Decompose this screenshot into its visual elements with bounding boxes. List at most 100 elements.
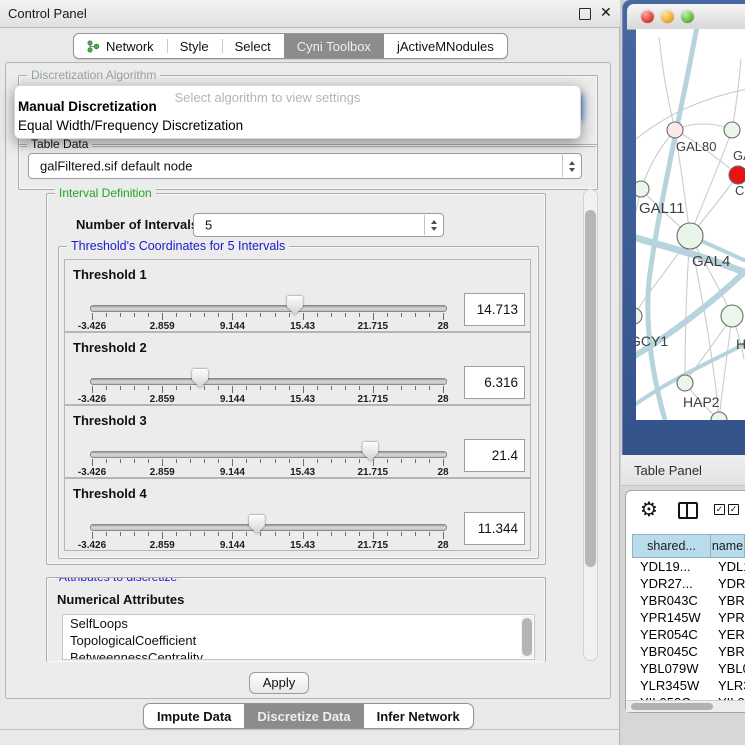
tick-mark (359, 532, 360, 536)
close-button[interactable] (641, 10, 654, 23)
cell-shared-name: YBR043C (632, 592, 709, 609)
network-window-titlebar (627, 4, 745, 30)
threshold-label: Threshold 2 (73, 340, 147, 355)
network-node-gal4[interactable] (677, 223, 703, 249)
tab-label: Select (235, 39, 271, 54)
table-row[interactable]: YDL19...YDL19... (632, 558, 745, 575)
apply-button[interactable]: Apply (249, 672, 309, 694)
tick-mark (120, 532, 121, 536)
list-scrollbar[interactable] (521, 616, 533, 658)
threshold-box: Threshold 3 -3.4262.8599.14415.4321.7152… (64, 405, 531, 478)
threshold-value-field[interactable]: 11.344 (464, 512, 525, 545)
network-node[interactable] (711, 412, 727, 420)
number-of-intervals-combobox[interactable]: 5 (193, 213, 444, 237)
table-row[interactable]: YBL079WYBL079W (632, 660, 745, 677)
tab-jactivemnodules[interactable]: jActiveMNodules (384, 34, 507, 58)
float-window-icon[interactable] (579, 8, 591, 20)
bottom-tab-impute-data[interactable]: Impute Data (144, 704, 244, 728)
table-row[interactable]: YPR145WYPR145W (632, 609, 745, 626)
threshold-slider-track[interactable] (90, 524, 447, 531)
tick-label: 21.715 (358, 540, 389, 551)
column-header-shared-name[interactable]: shared... (633, 535, 711, 557)
tick-mark (359, 459, 360, 463)
threshold-label: Threshold 1 (73, 267, 147, 282)
attribute-list-item[interactable]: TopologicalCoefficient (63, 632, 534, 649)
scrollbar-thumb[interactable] (585, 210, 596, 567)
tick-mark (106, 459, 107, 463)
tick-mark (190, 532, 191, 536)
minimize-button[interactable] (661, 10, 674, 23)
combo-stepper-icon[interactable] (562, 155, 580, 177)
slider-ticks (92, 313, 443, 321)
tab-network[interactable]: Network (74, 34, 167, 58)
table-row[interactable]: YBR045CYBR045C (632, 643, 745, 660)
zoom-button[interactable] (681, 10, 694, 23)
numerical-attributes-list[interactable]: SelfLoopsTopologicalCoefficientBetweenne… (62, 614, 535, 660)
bottom-tab-discretize-data[interactable]: Discretize Data (244, 704, 363, 728)
scrollbar-thumb[interactable] (522, 618, 532, 656)
cell-name: YLR345W (709, 677, 745, 694)
bottom-tab-infer-network[interactable]: Infer Network (364, 704, 473, 728)
tick-mark (289, 386, 290, 390)
dropdown-item-equal-width-frequency[interactable]: Equal Width/Frequency Discretization (18, 118, 243, 133)
attribute-list-item[interactable]: SelfLoops (63, 615, 534, 632)
tick-mark (246, 386, 247, 390)
tab-select[interactable]: Select (222, 34, 284, 58)
dropdown-item-manual-discretization[interactable]: Manual Discretization (18, 99, 157, 114)
close-icon[interactable]: ✕ (600, 5, 612, 21)
table-row[interactable]: YBR043CYBR043C (632, 592, 745, 609)
network-canvas[interactable]: GAL80GACGAL11GAL4GCY1HHAP2 (636, 29, 745, 420)
table-row[interactable]: YER054CYER054C (632, 626, 745, 643)
threshold-value-field[interactable]: 6.316 (464, 366, 525, 399)
tick-mark (204, 313, 205, 317)
network-node-hap2[interactable] (677, 375, 693, 391)
table-data-combobox[interactable]: galFiltered.sif default node (28, 153, 582, 179)
attributes-group: Attributes to discretize Numerical Attri… (46, 577, 546, 662)
threshold-slider-track[interactable] (90, 378, 447, 385)
tab-cyni-toolbox[interactable]: Cyni Toolbox (284, 34, 384, 58)
network-node-gal11[interactable] (636, 181, 649, 197)
combo-stepper-icon[interactable] (424, 215, 442, 235)
threshold-slider-track[interactable] (90, 305, 447, 312)
scrollbar-thumb[interactable] (631, 703, 713, 710)
tick-label: 21.715 (358, 394, 389, 405)
tick-mark (120, 459, 121, 463)
network-node-c[interactable] (729, 166, 745, 184)
tick-mark (387, 313, 388, 317)
network-graph: GAL80GACGAL11GAL4GCY1HHAP2 (636, 29, 745, 420)
network-node-gal80[interactable] (667, 122, 683, 138)
tick-mark (415, 313, 416, 317)
checkbox-icon[interactable]: ✓ (728, 504, 739, 515)
attribute-list-item[interactable]: BetweennessCentrality (63, 649, 534, 660)
tick-label: 9.144 (220, 467, 245, 478)
cell-name: YDR27... (709, 575, 745, 592)
network-node-h[interactable] (721, 305, 743, 327)
tick-mark (443, 459, 444, 466)
threshold-value-field[interactable]: 14.713 (464, 293, 525, 326)
cell-shared-name: YLR345W (632, 677, 709, 694)
tab-style[interactable]: Style (167, 34, 222, 58)
table-row[interactable]: YLR345WYLR345W (632, 677, 745, 694)
tick-mark (232, 459, 233, 466)
threshold-slider-track[interactable] (90, 451, 447, 458)
table-horizontal-scrollbar[interactable] (626, 700, 745, 712)
table-rows: YDL19...YDL19...YDR27...YDR27...YBR043CY… (632, 558, 745, 700)
tick-mark (359, 386, 360, 390)
checkbox-icon[interactable]: ✓ (714, 504, 725, 515)
threshold-value-field[interactable]: 21.4 (464, 439, 525, 472)
network-node-gcy1[interactable] (636, 308, 642, 324)
split-view-icon[interactable] (678, 502, 698, 519)
tick-mark (331, 313, 332, 317)
table-row[interactable]: YDR27...YDR27... (632, 575, 745, 592)
tick-label: 9.144 (220, 321, 245, 332)
tick-mark (443, 313, 444, 320)
network-node-ga[interactable] (724, 122, 740, 138)
gear-icon[interactable]: ⚙ (640, 497, 658, 521)
column-header-name[interactable]: name (711, 535, 744, 557)
tick-mark (373, 459, 374, 466)
tick-label: 21.715 (358, 467, 389, 478)
tick-mark (359, 313, 360, 317)
node-label: GCY1 (636, 333, 668, 349)
panel-vertical-scrollbar[interactable] (583, 189, 598, 661)
tick-mark (387, 459, 388, 463)
